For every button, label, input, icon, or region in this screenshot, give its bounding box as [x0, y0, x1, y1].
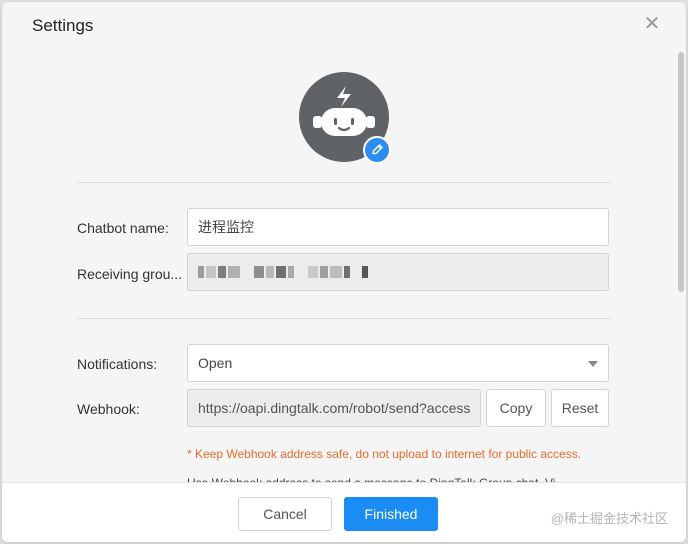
cancel-button[interactable]: Cancel [238, 497, 332, 531]
receiving-group-redacted [198, 266, 370, 278]
notifications-label: Notifications: [77, 356, 158, 372]
webhook-value: https://oapi.dingtalk.com/robot/send?acc… [198, 400, 471, 416]
watermark: @稀土掘金技术社区 [550, 511, 668, 526]
chatbot-name-input[interactable]: 进程监控 [187, 208, 609, 246]
chatbot-name-value: 进程监控 [198, 219, 254, 235]
edit-avatar-button[interactable] [363, 136, 391, 164]
webhook-label: Webhook: [77, 401, 140, 417]
reset-button[interactable]: Reset [551, 389, 609, 427]
webhook-warning: * Keep Webhook address safe, do not uplo… [187, 447, 582, 461]
receiving-group-label: Receiving grou... [77, 266, 183, 282]
dialog-title: Settings [32, 16, 94, 35]
notifications-value: Open [198, 355, 233, 371]
chevron-down-icon [588, 361, 598, 367]
chatbot-avatar[interactable] [299, 72, 391, 164]
scrollbar[interactable] [678, 52, 684, 292]
chatbot-name-label: Chatbot name: [77, 220, 169, 236]
settings-dialog: Settings ✕ Chatbot name: 进程监控 Receiving … [2, 2, 686, 542]
notifications-select[interactable]: Open [187, 344, 609, 382]
pencil-icon [372, 144, 383, 155]
divider [77, 318, 611, 319]
copy-button[interactable]: Copy [486, 389, 546, 427]
close-icon[interactable]: ✕ [642, 14, 662, 34]
dialog-footer: Cancel Finished @稀土掘金技术社区 [2, 482, 686, 542]
divider [77, 182, 611, 183]
finished-button[interactable]: Finished [344, 497, 438, 531]
receiving-group-field [187, 253, 609, 291]
webhook-field: https://oapi.dingtalk.com/robot/send?acc… [187, 389, 481, 427]
dialog-header: Settings ✕ [2, 2, 686, 50]
